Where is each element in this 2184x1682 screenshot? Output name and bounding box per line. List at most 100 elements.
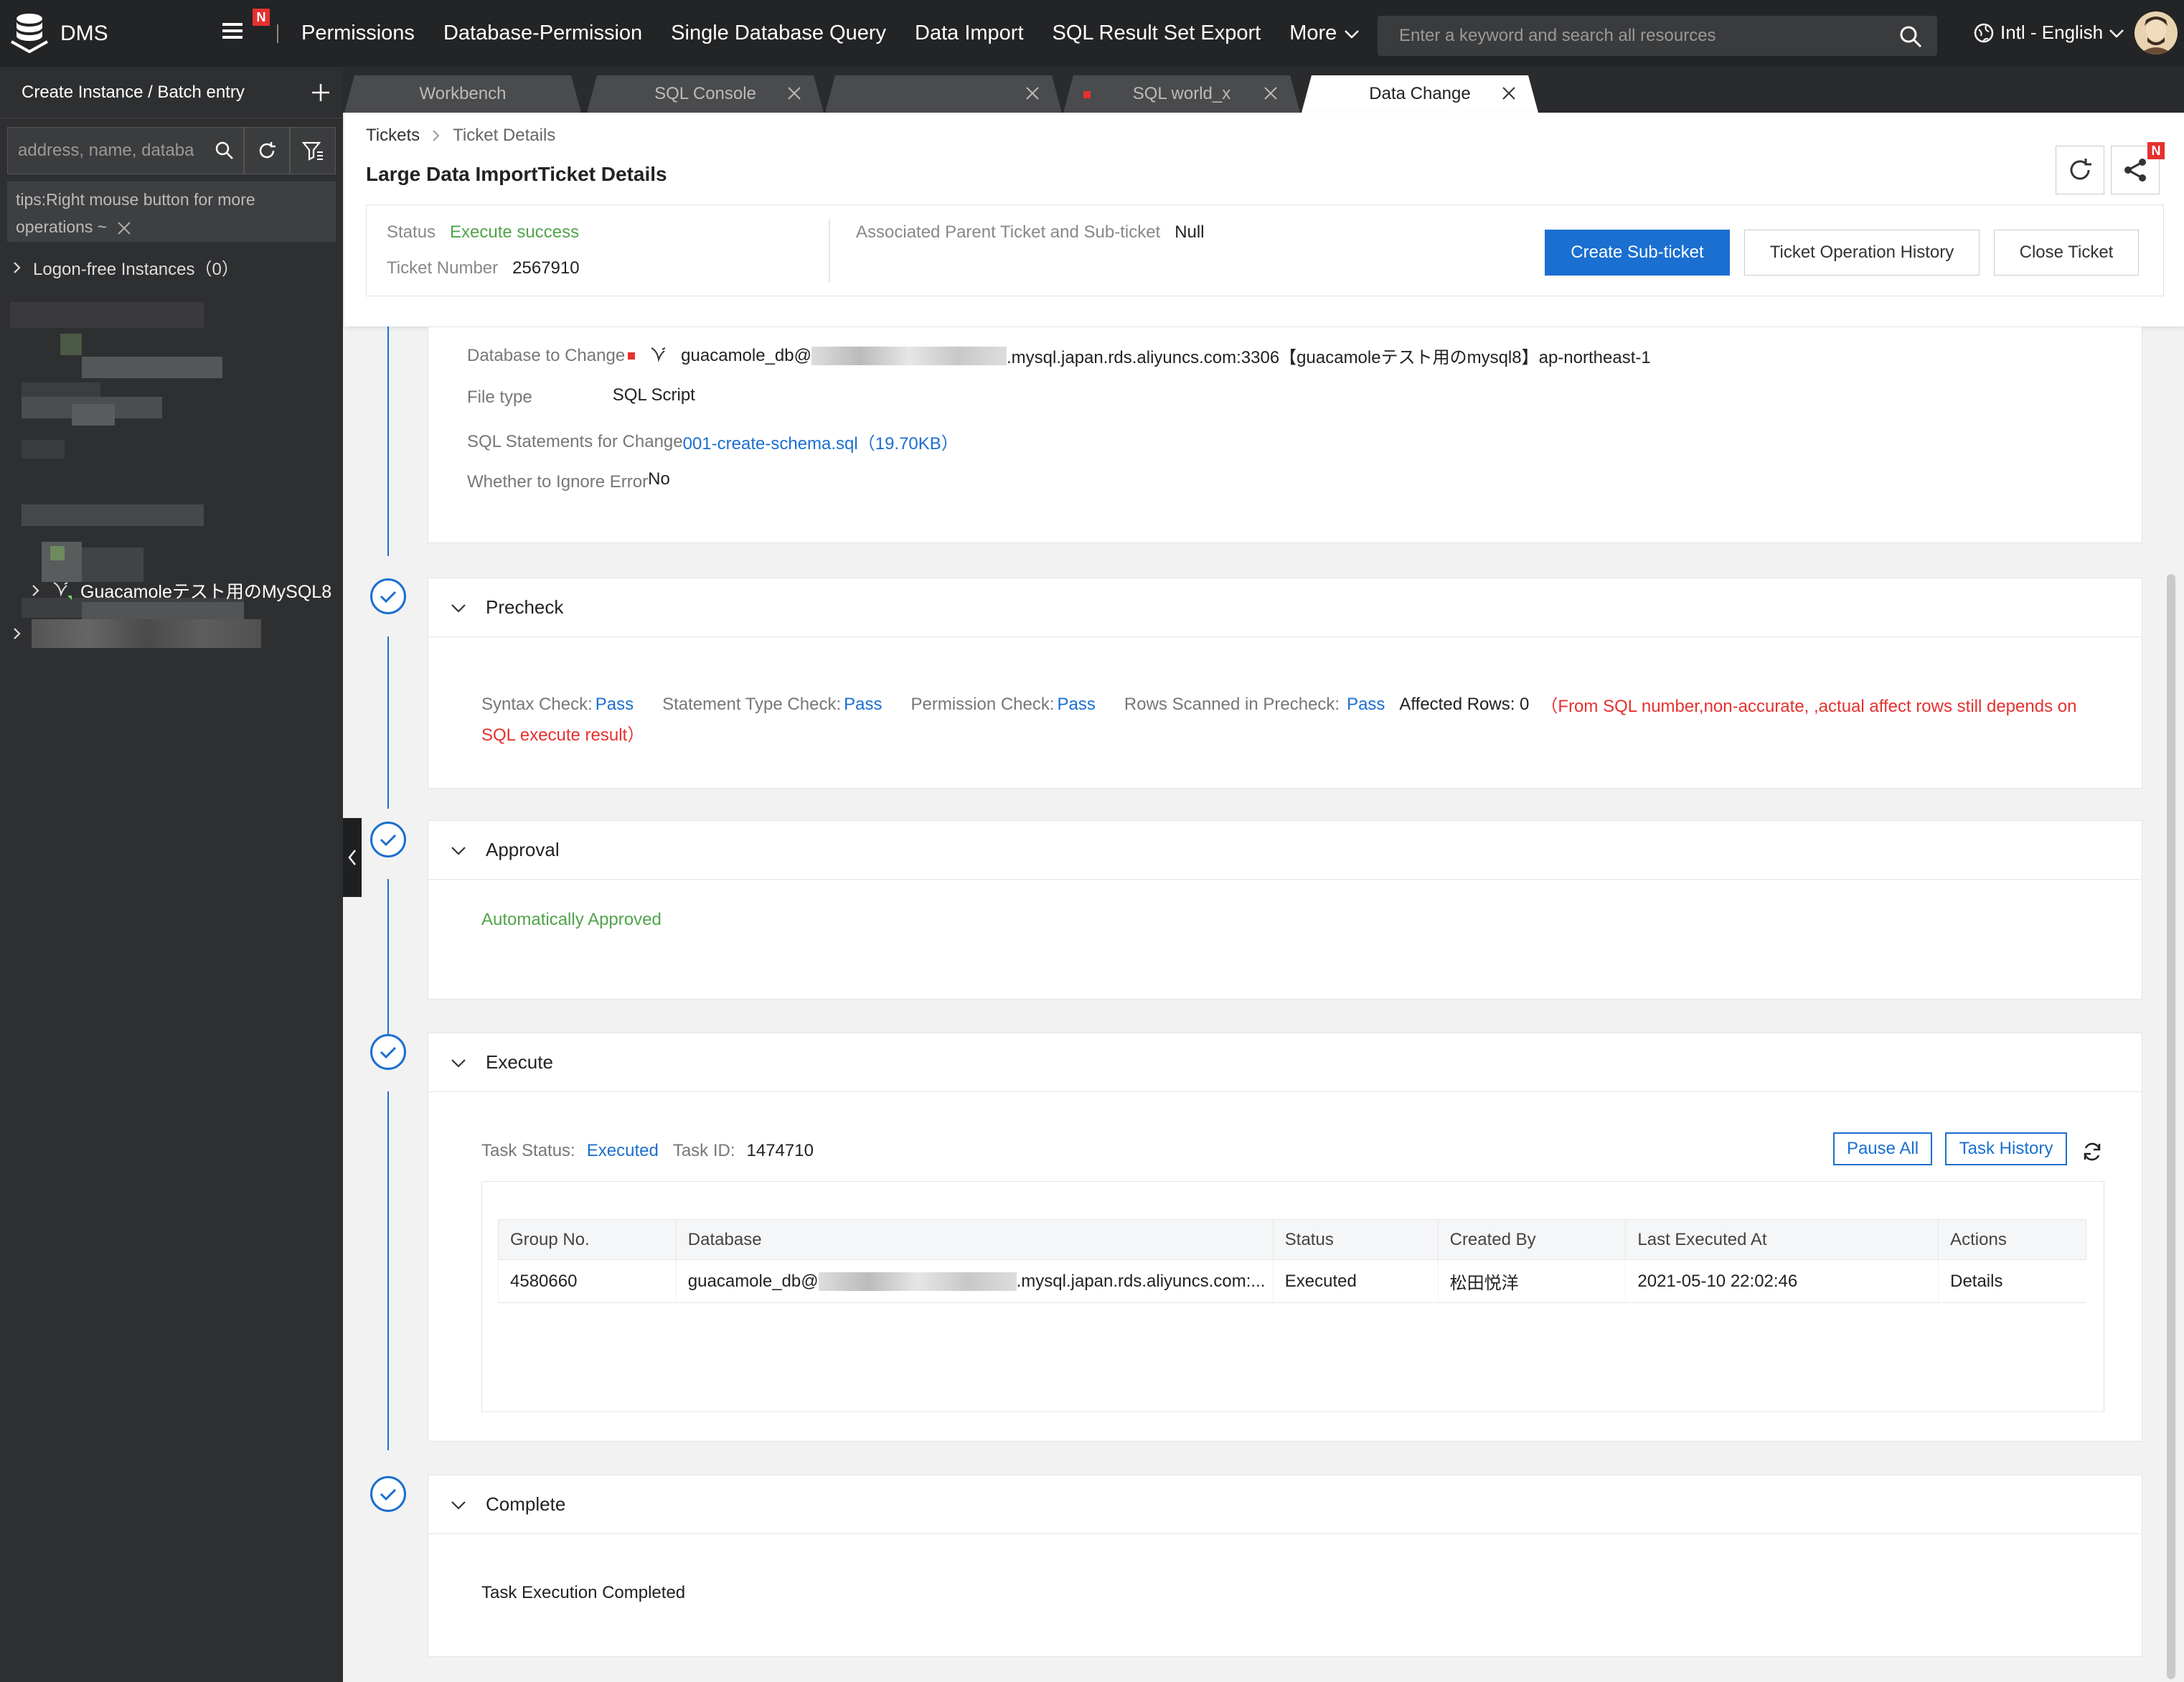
ignore-error-label: Whether to Ignore Error — [467, 472, 649, 492]
sql-statements-label: SQL Statements for Change — [467, 431, 683, 451]
search-icon[interactable] — [215, 141, 235, 161]
approval-card: Approval Automatically Approved — [428, 820, 2142, 1000]
cell-db-suffix: .mysql.japan.rds.aliyuncs.com:... — [1016, 1271, 1266, 1291]
tips-text: tips:Right mouse button for more operati… — [16, 190, 255, 236]
db-suffix: .mysql.japan.rds.aliyuncs.com:3306【guaca… — [1007, 348, 1651, 367]
nav-more[interactable]: More — [1289, 22, 1361, 45]
close-icon[interactable] — [1263, 85, 1279, 101]
close-icon[interactable] — [1501, 85, 1517, 101]
chevron-right-icon — [14, 261, 21, 273]
language-selector[interactable]: Intl - English — [1973, 22, 2126, 44]
nav-permissions[interactable]: Permissions — [301, 22, 415, 45]
avatar[interactable] — [2134, 11, 2178, 55]
affected-rows-note: （From SQL number,non-accurate, ,actual a… — [1540, 697, 2077, 716]
redacted-host — [811, 346, 1007, 365]
sidebar-search-input[interactable] — [18, 141, 204, 161]
refresh-button[interactable] — [2056, 146, 2104, 194]
permission-check-value: Pass — [1057, 694, 1096, 714]
step-check-icon — [370, 1476, 406, 1512]
pause-all-button[interactable]: Pause All — [1833, 1132, 1932, 1165]
check-icon — [380, 834, 397, 847]
close-ticket-button[interactable]: Close Ticket — [1994, 230, 2139, 276]
complete-header[interactable]: Complete — [428, 1475, 2142, 1534]
info-divider — [829, 220, 830, 283]
status-value: Execute success — [450, 222, 580, 242]
ticket-operation-history-button[interactable]: Ticket Operation History — [1744, 230, 1980, 276]
execute-title: Execute — [486, 1051, 553, 1073]
ticket-content: Database to Change guacamole_db@ .mysql.… — [344, 326, 2184, 1682]
precheck-header[interactable]: Precheck — [428, 578, 2142, 637]
details-link[interactable]: Details — [1938, 1259, 2086, 1303]
table-row: 4580660 guacamole_db@ .mysql.japan.rds.al… — [498, 1259, 2086, 1303]
tab-blank[interactable] — [825, 75, 1062, 113]
execute-header[interactable]: Execute — [428, 1033, 2142, 1092]
col-database: Database — [675, 1219, 1274, 1260]
tab-workbench[interactable]: Workbench — [344, 75, 581, 113]
ticket-number: 2567910 — [512, 258, 580, 278]
refresh-button[interactable] — [244, 127, 290, 174]
col-status: Status — [1272, 1219, 1439, 1260]
task-status-value: Executed — [586, 1141, 659, 1160]
status-label: Status — [387, 222, 436, 242]
scrollbar[interactable] — [2167, 574, 2175, 1679]
sidebar-tips: tips:Right mouse button for more operati… — [7, 182, 336, 242]
mysql-icon — [651, 347, 666, 362]
table-header-row: Group No. Database Status Created By Las… — [498, 1219, 2086, 1260]
breadcrumb-tickets[interactable]: Tickets — [366, 126, 420, 146]
create-sub-ticket-button[interactable]: Create Sub-ticket — [1545, 230, 1730, 276]
nav-sql-result-export[interactable]: SQL Result Set Export — [1053, 22, 1261, 45]
sidebar-item-guacamole[interactable]: Guacamoleテスト用のMySQL8 — [29, 578, 331, 603]
nav-single-database-query[interactable]: Single Database Query — [671, 22, 886, 45]
sidebar-search-box — [7, 127, 244, 174]
top-navbar: DMS N Permissions Database-Permission Si… — [0, 0, 2184, 67]
precheck-card: Precheck Syntax Check: Pass Statement Ty… — [428, 578, 2142, 789]
logon-free-instances[interactable]: Logon-free Instances（0） — [10, 255, 239, 280]
statement-type-value: Pass — [844, 694, 882, 714]
search-icon[interactable] — [1898, 24, 1923, 49]
tab-sql-console[interactable]: SQL Console — [587, 75, 824, 113]
nav-divider — [277, 24, 278, 43]
global-search-input[interactable] — [1399, 26, 1887, 46]
check-icon — [380, 591, 397, 603]
share-button[interactable]: N — [2111, 142, 2165, 194]
nav-database-permission[interactable]: Database-Permission — [443, 22, 642, 45]
step-check-icon — [370, 1034, 406, 1070]
nav-more-label: More — [1289, 22, 1337, 44]
sidebar-title[interactable]: Create Instance / Batch entry — [22, 83, 245, 103]
tab-sql-world-x[interactable]: SQL world_x — [1063, 75, 1300, 113]
approval-header[interactable]: Approval — [428, 821, 2142, 880]
complete-title: Complete — [486, 1493, 566, 1515]
nav-data-import[interactable]: Data Import — [915, 22, 1024, 45]
cell-group-no: 4580660 — [498, 1259, 677, 1303]
col-created-by: Created By — [1437, 1219, 1627, 1260]
plus-icon[interactable] — [310, 82, 331, 103]
app-logo[interactable]: DMS — [0, 10, 215, 57]
refresh-icon[interactable] — [2081, 1141, 2103, 1162]
cell-created-by: 松田悦洋 — [1437, 1259, 1626, 1303]
close-icon[interactable] — [116, 220, 132, 236]
approval-status: Automatically Approved — [481, 910, 662, 929]
rows-scanned-value: Pass — [1347, 694, 1385, 714]
task-history-button[interactable]: Task History — [1945, 1132, 2067, 1165]
user-avatar-icon — [2139, 17, 2173, 55]
sql-file-link[interactable]: 001-create-schema.sql（19.70KB） — [683, 429, 959, 454]
db-prefix: guacamole_db@ — [681, 345, 811, 365]
close-icon[interactable] — [786, 85, 802, 101]
col-actions: Actions — [1938, 1219, 2086, 1260]
sidebar-header: Create Instance / Batch entry — [0, 67, 343, 118]
ticket-header: Tickets Ticket Details Large Data Import… — [344, 113, 2184, 326]
tab-label: SQL Console — [654, 84, 756, 103]
task-id-value: 1474710 — [746, 1141, 814, 1160]
close-icon[interactable] — [1025, 85, 1040, 101]
db-to-change-label: Database to Change — [467, 345, 626, 365]
refresh-icon — [2070, 159, 2091, 180]
ticket-number-label: Ticket Number — [387, 258, 499, 278]
sidebar-item-blurred[interactable] — [10, 619, 261, 648]
step-check-icon — [370, 822, 406, 858]
filter-button[interactable] — [290, 127, 336, 174]
precheck-title: Precheck — [486, 596, 564, 618]
menu-icon[interactable]: N — [215, 9, 270, 49]
syntax-check-value: Pass — [595, 694, 634, 714]
chevron-down-icon — [451, 603, 466, 613]
tab-data-change[interactable]: Data Change — [1302, 75, 1538, 113]
